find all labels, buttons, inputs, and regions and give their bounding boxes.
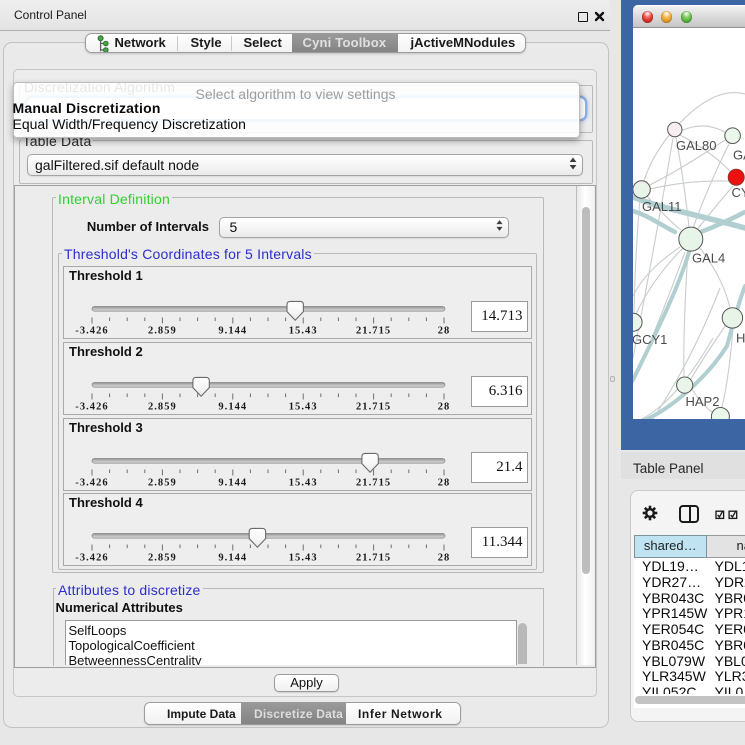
svg-text:-3.426: -3.426 <box>75 401 108 412</box>
svg-text:GA: GA <box>733 147 745 162</box>
svg-text:HAP2: HAP2 <box>686 394 720 409</box>
svg-text:21.715: 21.715 <box>356 477 391 488</box>
svg-text:-3.426: -3.426 <box>75 477 108 488</box>
svg-text:15.43: 15.43 <box>288 477 317 488</box>
svg-text:9.144: 9.144 <box>218 477 247 488</box>
svg-text:GAL4: GAL4 <box>692 250 725 265</box>
svg-text:2.859: 2.859 <box>147 477 176 488</box>
svg-text:GAL80: GAL80 <box>676 138 716 153</box>
svg-text:28: 28 <box>437 552 450 563</box>
svg-text:15.43: 15.43 <box>288 326 317 337</box>
svg-text:-3.426: -3.426 <box>75 326 108 337</box>
svg-text:GAL11: GAL11 <box>642 199 682 214</box>
svg-text:2.859: 2.859 <box>147 552 176 563</box>
svg-text:21.715: 21.715 <box>356 552 391 563</box>
svg-text:H: H <box>736 330 745 345</box>
svg-text:28: 28 <box>437 401 450 412</box>
svg-text:21.715: 21.715 <box>356 326 391 337</box>
svg-text:GCY1: GCY1 <box>633 332 667 347</box>
svg-text:28: 28 <box>437 326 450 337</box>
svg-text:9.144: 9.144 <box>218 326 247 337</box>
svg-text:CY: CY <box>732 185 745 200</box>
svg-text:28: 28 <box>437 477 450 488</box>
svg-text:2.859: 2.859 <box>147 401 176 412</box>
svg-text:9.144: 9.144 <box>218 552 247 563</box>
svg-text:15.43: 15.43 <box>288 552 317 563</box>
svg-text:2.859: 2.859 <box>147 326 176 337</box>
svg-text:-3.426: -3.426 <box>75 552 108 563</box>
svg-text:15.43: 15.43 <box>288 401 317 412</box>
svg-text:9.144: 9.144 <box>218 401 247 412</box>
svg-text:21.715: 21.715 <box>356 401 391 412</box>
